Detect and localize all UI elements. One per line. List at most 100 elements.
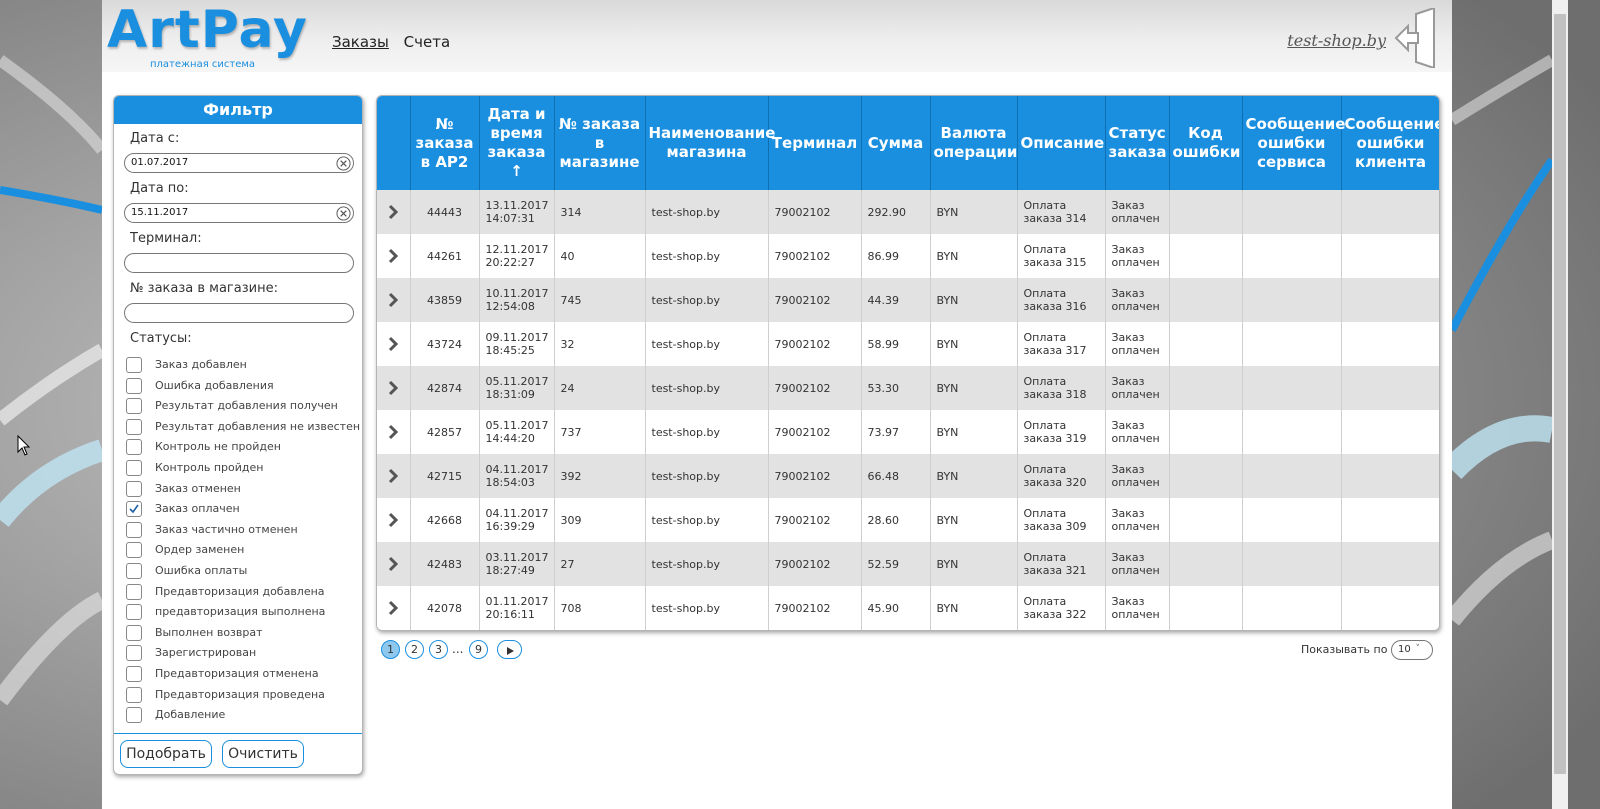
expand-row-button[interactable] [377, 278, 411, 322]
status-checkbox[interactable] [126, 645, 142, 662]
page-button-2[interactable]: 2 [405, 640, 424, 659]
status-checkbox[interactable] [126, 377, 142, 394]
status-label: Заказ частично отменен [155, 522, 298, 536]
clear-date-from-icon[interactable] [336, 156, 351, 171]
cell-amount: 73.97 [861, 410, 931, 454]
next-page-button[interactable] [497, 640, 522, 659]
cell-amount: 52.59 [861, 542, 931, 586]
status-checkbox[interactable] [126, 501, 142, 518]
cell-error-code [1169, 322, 1243, 366]
cell-client-error [1341, 410, 1439, 454]
exit-door-icon[interactable] [1394, 8, 1444, 68]
cell-datetime-text: 18:31:09 [485, 388, 535, 401]
cell-datetime-text: 18:27:49 [485, 564, 535, 577]
column-header[interactable]: Дата и время заказа ↑ [479, 96, 555, 190]
expand-row-button[interactable] [377, 366, 411, 410]
cell-shop-order-text: 745 [560, 293, 582, 307]
cell-description-text: Оплата [1023, 375, 1067, 388]
cell-shop-name: test-shop.by [645, 322, 769, 366]
cell-description-text: заказа 320 [1023, 476, 1087, 489]
table-row[interactable]: 42668 04.11.2017 16:39:29 309 test-shop.by 79… [377, 498, 1439, 542]
page-button-last[interactable]: 9 [469, 640, 488, 659]
cell-datetime-text: 14:44:20 [485, 432, 535, 445]
chevron-right-icon [389, 336, 399, 352]
cell-currency-text: BYN [936, 469, 959, 483]
cell-datetime: 01.11.2017 20:16:11 [479, 586, 555, 630]
status-checkbox[interactable] [126, 398, 142, 415]
cell-terminal: 79002102 [768, 322, 862, 366]
cell-service-error [1242, 498, 1342, 542]
cell-shop-name-text: test-shop.by [651, 425, 721, 439]
status-checkbox[interactable] [126, 563, 142, 579]
expand-row-button[interactable] [377, 410, 411, 454]
expand-row-button[interactable] [377, 234, 411, 278]
status-checkbox[interactable] [126, 521, 142, 538]
cell-description: Оплата заказа 316 [1017, 278, 1106, 322]
table-row[interactable]: 42874 05.11.2017 18:31:09 24 test-shop.by 790… [377, 366, 1439, 410]
status-checkbox[interactable] [126, 460, 142, 476]
status-checkbox[interactable] [126, 583, 142, 600]
expand-row-button[interactable] [377, 542, 411, 586]
date-from-input[interactable]: 01.07.2017 [124, 153, 354, 173]
status-checkbox[interactable] [126, 624, 142, 641]
page-button-1[interactable]: 1 [381, 640, 400, 659]
column-header: № заказа в AP2 [410, 96, 480, 190]
cell-status-text: оплачен [1111, 432, 1160, 445]
cell-description-text: заказа 316 [1023, 300, 1087, 313]
shop-link[interactable]: test-shop.by [1287, 31, 1386, 50]
cell-terminal-text: 79002102 [774, 557, 831, 571]
cell-datetime-text: 12:54:08 [485, 300, 535, 313]
scrollbar-thumb[interactable] [1554, 14, 1566, 774]
table-row[interactable]: 43724 09.11.2017 18:45:25 32 test-shop.by 790… [377, 322, 1439, 366]
table-row[interactable]: 42078 01.11.2017 20:16:11 708 test-shop.by 79… [377, 586, 1439, 630]
status-checkbox[interactable] [126, 439, 142, 456]
status-checkbox[interactable] [126, 666, 142, 682]
cell-terminal-text: 79002102 [774, 513, 831, 527]
cell-status: Заказ оплачен [1105, 366, 1170, 410]
status-checkbox[interactable] [126, 357, 142, 373]
table-row[interactable]: 42483 03.11.2017 18:27:49 27 test-shop.by 790… [377, 542, 1439, 586]
nav-orders-link[interactable]: Заказы [332, 33, 389, 51]
cell-terminal-text: 79002102 [774, 469, 831, 483]
per-page-select[interactable]: 10 ˅ [1391, 640, 1433, 660]
expand-row-button[interactable] [377, 454, 411, 498]
page-ellipsis: ... [452, 642, 464, 656]
page-button-3[interactable]: 3 [429, 640, 448, 659]
status-checkbox[interactable] [126, 542, 142, 559]
cell-client-error [1341, 454, 1439, 498]
page-scrollbar[interactable] [1552, 0, 1568, 809]
terminal-input[interactable] [124, 253, 354, 273]
cell-ap2-order-text: 42874 [427, 381, 462, 395]
cell-currency-text: BYN [936, 425, 959, 439]
expand-row-button[interactable] [377, 586, 411, 630]
date-to-input[interactable]: 15.11.2017 [124, 203, 354, 223]
nav-invoices-link[interactable]: Счета [404, 33, 451, 51]
cell-shop-name: test-shop.by [645, 278, 769, 322]
shop-order-input[interactable] [124, 303, 354, 323]
status-checkbox[interactable] [126, 686, 142, 703]
expand-row-button[interactable] [377, 498, 411, 542]
cell-ap2-order-text: 44261 [427, 249, 462, 263]
column-header: Наименование магазина [645, 96, 775, 190]
apply-filter-button[interactable]: Подобрать [120, 740, 212, 768]
cell-client-error [1341, 234, 1439, 278]
logo[interactable]: ArtPay [107, 0, 308, 60]
clear-date-to-icon[interactable] [336, 206, 351, 221]
cell-description-text: Оплата [1023, 199, 1067, 212]
cell-error-code [1169, 278, 1243, 322]
expand-row-button[interactable] [377, 190, 411, 234]
status-checkbox[interactable] [126, 707, 142, 724]
cell-status-text: Заказ [1111, 551, 1145, 564]
table-row[interactable]: 43859 10.11.2017 12:54:08 745 test-shop.by 79… [377, 278, 1439, 322]
status-checkbox[interactable] [126, 604, 142, 621]
status-checkbox[interactable] [126, 480, 142, 497]
table-row[interactable]: 44443 13.11.2017 14:07:31 314 test-shop.by 79… [377, 190, 1439, 234]
cell-amount: 86.99 [861, 234, 931, 278]
expand-row-button[interactable] [377, 322, 411, 366]
clear-filter-button[interactable]: Очистить [222, 740, 304, 768]
cell-datetime-text: 05.11.2017 [485, 419, 549, 432]
table-row[interactable]: 42857 05.11.2017 14:44:20 737 test-shop.by 79… [377, 410, 1439, 454]
table-row[interactable]: 44261 12.11.2017 20:22:27 40 test-shop.by 790… [377, 234, 1439, 278]
status-checkbox[interactable] [126, 418, 142, 435]
table-row[interactable]: 42715 04.11.2017 18:54:03 392 test-shop.by 79… [377, 454, 1439, 498]
